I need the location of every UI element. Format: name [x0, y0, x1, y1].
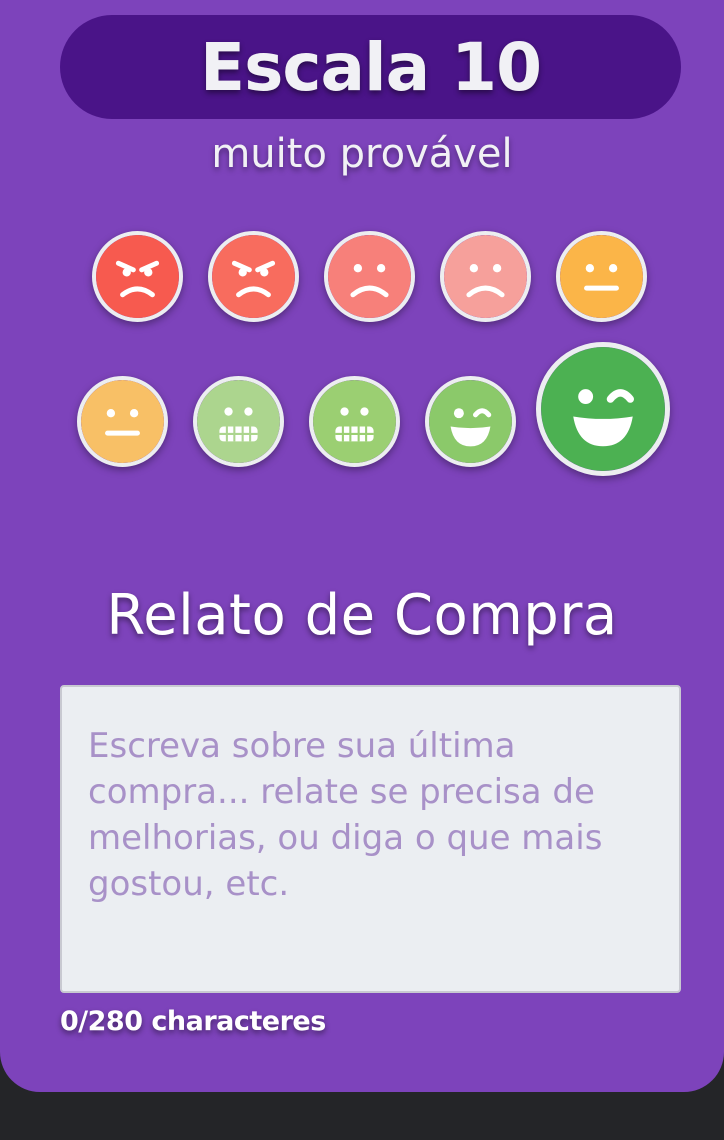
rating-face-9[interactable]: [425, 376, 516, 467]
rating-face-4[interactable]: [440, 231, 531, 322]
sad-face-icon: [328, 235, 411, 318]
rating-face-7[interactable]: [193, 376, 284, 467]
scale-subtitle: muito provável: [211, 131, 513, 177]
wink-face-icon: [429, 380, 512, 463]
rating-face-5[interactable]: [556, 231, 647, 322]
rating-face-2[interactable]: [208, 231, 299, 322]
grimace-face-icon: [197, 380, 280, 463]
rating-card: Escala 10 muito provável Relato de Compr…: [0, 0, 724, 1092]
report-textarea[interactable]: [60, 685, 681, 993]
neutral-face-icon: [81, 380, 164, 463]
neutral-face-icon: [560, 235, 643, 318]
character-counter: 0/280 characteres: [60, 1006, 326, 1037]
rating-face-3[interactable]: [324, 231, 415, 322]
sad-face-icon: [444, 235, 527, 318]
rating-face-10[interactable]: [536, 342, 670, 476]
wink-face-icon: [541, 347, 665, 471]
scale-title-pill: Escala 10: [60, 15, 681, 119]
rating-face-8[interactable]: [309, 376, 400, 467]
rating-face-1[interactable]: [92, 231, 183, 322]
report-title: Relato de Compra: [106, 583, 618, 648]
angry-face-icon: [96, 235, 179, 318]
scale-title: Escala 10: [199, 28, 542, 106]
rating-face-6[interactable]: [77, 376, 168, 467]
grimace-face-icon: [313, 380, 396, 463]
angry-face-icon: [212, 235, 295, 318]
